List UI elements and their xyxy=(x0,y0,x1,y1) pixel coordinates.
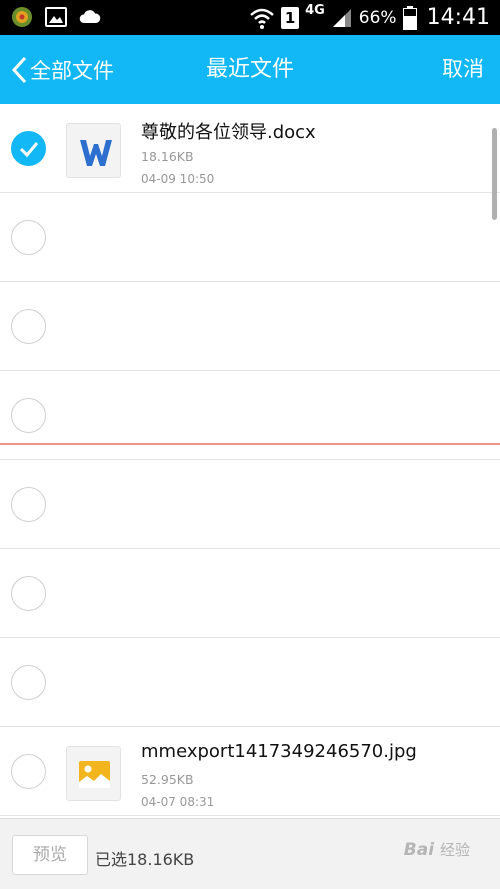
preview-button[interactable]: 预览 xyxy=(12,835,88,875)
cloud-notification-icon xyxy=(79,10,101,23)
word-doc-icon xyxy=(66,123,121,178)
checkmark-icon xyxy=(19,142,39,158)
watermark: Bai 经验 xyxy=(404,839,470,860)
watermark-latin: Bai xyxy=(403,840,435,860)
watermark-cn: 经验 xyxy=(439,841,470,859)
list-item[interactable]: mmexport1417349246570.jpg 52.95KB 04-07 … xyxy=(0,727,500,816)
list-item[interactable] xyxy=(0,549,500,638)
selected-size-info: 已选18.16KB xyxy=(95,850,195,869)
checkbox-checked[interactable] xyxy=(11,131,46,166)
file-date: 04-07 08:31 xyxy=(141,795,215,809)
checkbox[interactable] xyxy=(11,309,46,344)
bottom-bar: 预览 已选18.16KB Bai 经验 xyxy=(0,818,500,889)
list-item[interactable] xyxy=(0,638,500,727)
signal-icon xyxy=(332,8,351,27)
checkbox[interactable] xyxy=(11,398,46,433)
list-item[interactable]: 尊敬的各位领导.docx 18.16KB 04-09 10:50 xyxy=(0,104,500,193)
file-name: 尊敬的各位领导.docx xyxy=(141,122,316,143)
file-list[interactable]: 尊敬的各位领导.docx 18.16KB 04-09 10:50 mmexpor… xyxy=(0,104,500,818)
list-item[interactable] xyxy=(0,282,500,371)
checkbox[interactable] xyxy=(11,576,46,611)
file-size: 52.95KB xyxy=(141,772,194,787)
header-bar: 全部文件 最近文件 取消 xyxy=(0,35,500,104)
battery-percent: 66% xyxy=(358,7,397,28)
divider-line xyxy=(0,443,500,445)
back-label: 全部文件 xyxy=(30,58,114,83)
gallery-notification-icon xyxy=(45,7,67,27)
scrollbar[interactable] xyxy=(492,128,497,220)
checkbox[interactable] xyxy=(11,754,46,789)
battery-icon xyxy=(402,5,417,30)
clock: 14:41 xyxy=(426,5,490,30)
file-name: mmexport1417349246570.jpg xyxy=(141,741,417,762)
file-size: 18.16KB xyxy=(141,149,194,164)
list-item[interactable] xyxy=(0,371,500,460)
file-date: 04-09 10:50 xyxy=(141,172,215,186)
list-item[interactable] xyxy=(0,193,500,282)
image-file-icon xyxy=(66,746,121,801)
network-type: 4G xyxy=(305,3,325,18)
app-notification-icon xyxy=(12,7,32,27)
checkbox[interactable] xyxy=(11,487,46,522)
chevron-left-icon xyxy=(11,56,27,83)
wifi-icon xyxy=(250,8,274,29)
sim-slot-indicator: 1 xyxy=(281,6,300,29)
cancel-button[interactable]: 取消 xyxy=(442,35,484,104)
checkbox[interactable] xyxy=(11,220,46,255)
back-button[interactable]: 全部文件 xyxy=(10,35,114,104)
status-bar: 1 4G 66% 14:41 xyxy=(0,0,500,35)
list-item[interactable] xyxy=(0,460,500,549)
checkbox[interactable] xyxy=(11,665,46,700)
